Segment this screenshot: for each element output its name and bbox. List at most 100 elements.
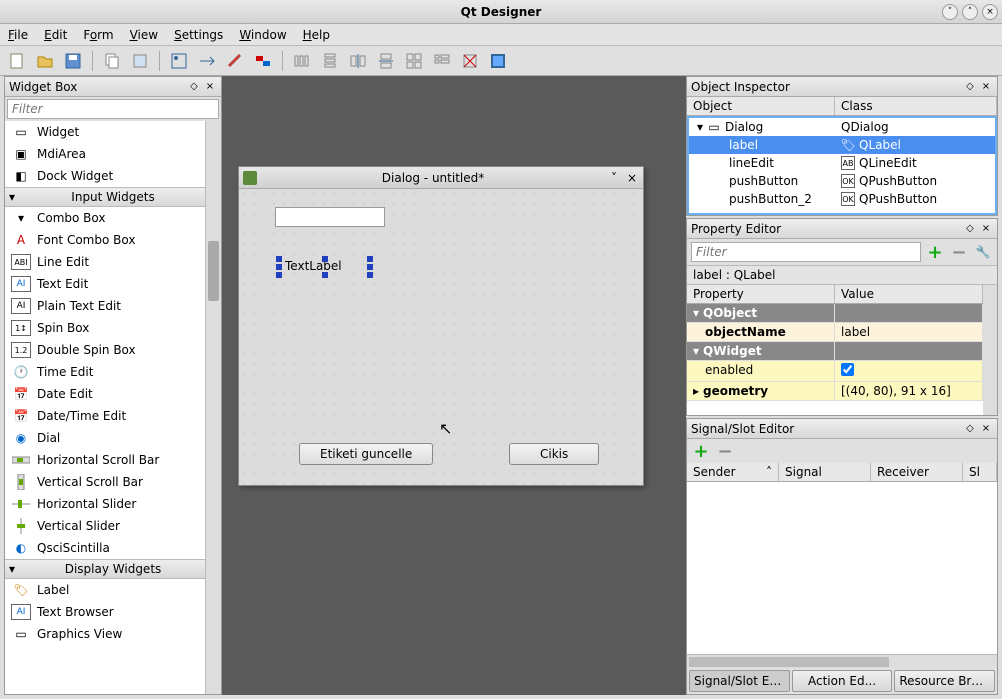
- layout-grid-icon[interactable]: [403, 50, 425, 72]
- layout-vertical-icon[interactable]: [319, 50, 341, 72]
- tree-row[interactable]: label 🏷QLabel: [689, 136, 995, 154]
- category-display-widgets[interactable]: ▾Display Widgets: [5, 559, 221, 579]
- property-group-qobject[interactable]: ▾QObject: [687, 304, 983, 323]
- line-edit-widget[interactable]: [275, 207, 385, 227]
- close-icon[interactable]: ×: [203, 80, 217, 94]
- layout-vertical-splitter-icon[interactable]: [375, 50, 397, 72]
- window-close-button[interactable]: ×: [982, 4, 998, 20]
- widget-item[interactable]: AIText Edit: [5, 273, 221, 295]
- widget-item[interactable]: 1.2Double Spin Box: [5, 339, 221, 361]
- widget-item[interactable]: 1↕Spin Box: [5, 317, 221, 339]
- widget-item[interactable]: ◧Dock Widget: [5, 165, 221, 187]
- menu-edit[interactable]: Edit: [44, 28, 67, 42]
- resize-handle-icon[interactable]: [367, 264, 373, 270]
- enabled-checkbox[interactable]: [841, 363, 854, 376]
- push-button-cikis[interactable]: Cikis: [509, 443, 599, 465]
- widget-list-scrollbar[interactable]: [205, 121, 221, 694]
- widget-item[interactable]: Horizontal Scroll Bar: [5, 449, 221, 471]
- remove-signal-icon[interactable]: −: [715, 441, 735, 461]
- close-icon[interactable]: ×: [979, 222, 993, 236]
- menu-form[interactable]: Form: [83, 28, 113, 42]
- window-maximize-button[interactable]: ˄: [962, 4, 978, 20]
- widget-item[interactable]: ABILine Edit: [5, 251, 221, 273]
- window-minimize-button[interactable]: ˅: [942, 4, 958, 20]
- col-object[interactable]: Object: [687, 97, 835, 115]
- add-signal-icon[interactable]: +: [691, 441, 711, 461]
- edit-widgets-icon[interactable]: [168, 50, 190, 72]
- push-button-etiketi[interactable]: Etiketi guncelle: [299, 443, 433, 465]
- new-file-icon[interactable]: [6, 50, 28, 72]
- undock-icon[interactable]: ◇: [963, 222, 977, 236]
- layout-horizontal-splitter-icon[interactable]: [347, 50, 369, 72]
- property-group-qwidget[interactable]: ▾QWidget: [687, 342, 983, 361]
- chevron-right-icon[interactable]: ▸: [693, 384, 703, 398]
- category-input-widgets[interactable]: ▾Input Widgets: [5, 187, 221, 207]
- col-receiver[interactable]: Receiver: [871, 463, 963, 481]
- resize-handle-icon[interactable]: [276, 256, 282, 262]
- widget-item[interactable]: ▣MdiArea: [5, 143, 221, 165]
- property-row[interactable]: objectNamelabel: [687, 323, 983, 342]
- property-filter-input[interactable]: [691, 242, 921, 262]
- resize-handle-icon[interactable]: [276, 264, 282, 270]
- widget-item[interactable]: 🏷Label: [5, 579, 221, 601]
- label-widget-selected[interactable]: TextLabel: [279, 259, 370, 275]
- widget-item[interactable]: AFont Combo Box: [5, 229, 221, 251]
- dialog-shade-icon[interactable]: ˅: [607, 171, 621, 185]
- undock-icon[interactable]: ◇: [963, 422, 977, 436]
- widget-item[interactable]: AIPlain Text Edit: [5, 295, 221, 317]
- widget-item[interactable]: Vertical Scroll Bar: [5, 471, 221, 493]
- menu-settings[interactable]: Settings: [174, 28, 223, 42]
- tree-row[interactable]: ▾▭Dialog QDialog: [689, 118, 995, 136]
- widget-item[interactable]: AIText Browser: [5, 601, 221, 623]
- menu-help[interactable]: Help: [303, 28, 330, 42]
- edit-signals-icon[interactable]: [196, 50, 218, 72]
- dialog-close-icon[interactable]: ×: [625, 171, 639, 185]
- tree-row[interactable]: pushButton OKQPushButton: [689, 172, 995, 190]
- tree-row[interactable]: pushButton_2 OKQPushButton: [689, 190, 995, 208]
- object-tree[interactable]: ▾▭Dialog QDialog label 🏷QLabel lineEdit …: [687, 116, 997, 215]
- property-row[interactable]: ▸geometry[(40, 80), 91 x 16]: [687, 382, 983, 401]
- widget-item[interactable]: ▾Combo Box: [5, 207, 221, 229]
- menu-window[interactable]: Window: [239, 28, 286, 42]
- widget-box-filter-input[interactable]: [7, 99, 219, 119]
- widget-list[interactable]: ▭Widget ▣MdiArea ◧Dock Widget ▾Input Wid…: [5, 121, 221, 694]
- dialog-window[interactable]: Dialog - untitled* ˅ × TextLabel Etik: [238, 166, 644, 486]
- layout-form-icon[interactable]: [431, 50, 453, 72]
- chevron-down-icon[interactable]: ▾: [693, 344, 703, 358]
- col-sender[interactable]: Sender ˄: [687, 463, 779, 481]
- widget-item[interactable]: Vertical Slider: [5, 515, 221, 537]
- col-property[interactable]: Property: [687, 285, 835, 303]
- undock-icon[interactable]: ◇: [963, 80, 977, 94]
- col-value[interactable]: Value: [835, 285, 983, 303]
- widget-item[interactable]: ▭Widget: [5, 121, 221, 143]
- resize-handle-icon[interactable]: [367, 272, 373, 278]
- widget-item[interactable]: 📅Date Edit: [5, 383, 221, 405]
- remove-property-icon[interactable]: −: [949, 242, 969, 262]
- copy-icon[interactable]: [101, 50, 123, 72]
- resize-handle-icon[interactable]: [322, 272, 328, 278]
- signal-table[interactable]: Sender ˄ Signal Receiver Sl: [687, 463, 997, 668]
- col-class[interactable]: Class: [835, 97, 997, 115]
- tree-row[interactable]: lineEdit ABQLineEdit: [689, 154, 995, 172]
- break-layout-icon[interactable]: [459, 50, 481, 72]
- menu-file[interactable]: File: [8, 28, 28, 42]
- property-table[interactable]: Property Value ▾QObject objectNamelabel …: [687, 285, 997, 415]
- save-file-icon[interactable]: [62, 50, 84, 72]
- paste-icon[interactable]: [129, 50, 151, 72]
- col-slot[interactable]: Sl: [963, 463, 997, 481]
- open-file-icon[interactable]: [34, 50, 56, 72]
- edit-tab-order-icon[interactable]: [252, 50, 274, 72]
- dialog-body[interactable]: TextLabel Etiketi guncelle Cikis ↖: [239, 189, 643, 485]
- signal-hscrollbar[interactable]: [687, 654, 997, 668]
- layout-horizontal-icon[interactable]: [291, 50, 313, 72]
- tab-action-editor[interactable]: Action Ed...: [792, 670, 893, 692]
- widget-item[interactable]: Horizontal Slider: [5, 493, 221, 515]
- widget-item[interactable]: ◐QsciScintilla: [5, 537, 221, 559]
- resize-handle-icon[interactable]: [276, 272, 282, 278]
- chevron-down-icon[interactable]: ▾: [693, 306, 703, 320]
- widget-item[interactable]: 🕐Time Edit: [5, 361, 221, 383]
- resize-handle-icon[interactable]: [322, 256, 328, 262]
- col-signal[interactable]: Signal: [779, 463, 871, 481]
- undock-icon[interactable]: ◇: [187, 80, 201, 94]
- property-scrollbar[interactable]: [983, 285, 997, 415]
